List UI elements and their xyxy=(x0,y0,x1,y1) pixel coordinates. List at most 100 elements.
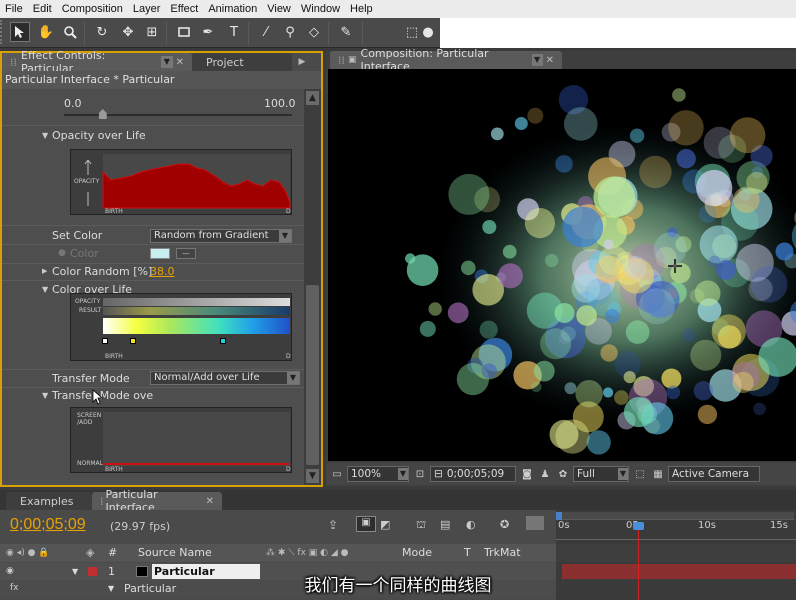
menu-file[interactable]: File xyxy=(0,3,28,15)
twirl-down-icon[interactable]: ▼ xyxy=(42,387,48,404)
tab-examples[interactable]: Examples xyxy=(6,492,92,510)
layer-name[interactable]: Particular xyxy=(152,564,260,579)
resolution-dropdown[interactable]: Full ▼ xyxy=(573,466,629,482)
layer-label-color[interactable] xyxy=(88,567,97,576)
menu-composition[interactable]: Composition xyxy=(57,3,128,15)
rectangle-mask-tool-icon[interactable] xyxy=(174,22,194,42)
color-random-value[interactable]: 38.0 xyxy=(150,263,175,280)
effect-panel-scrollbar[interactable]: ▲ ▼ xyxy=(304,89,321,485)
color-swatch[interactable] xyxy=(150,248,170,259)
time-ruler[interactable] xyxy=(556,532,796,540)
region-of-interest-icon[interactable]: ⬚ xyxy=(633,467,647,481)
color-channels-icon[interactable]: ✿ xyxy=(556,467,570,481)
opacity-gradient-bar xyxy=(103,298,290,306)
scroll-up-icon[interactable]: ▲ xyxy=(306,91,319,105)
layer-duration-bar[interactable] xyxy=(562,564,796,579)
transfer-mode-graph[interactable]: SCREEN /ADD NORMAL BIRTH D xyxy=(70,407,292,473)
comp-mini-flowchart-icon[interactable]: ⇪ xyxy=(328,518,338,532)
color-over-life-graph[interactable]: OPACITY RESULT BIRTH D xyxy=(70,293,292,361)
text-tool-icon[interactable]: T xyxy=(224,22,244,42)
work-area-bar[interactable] xyxy=(558,512,794,520)
menu-edit[interactable]: Edit xyxy=(28,3,57,15)
clone-stamp-tool-icon[interactable]: ⚲ xyxy=(280,22,300,42)
close-icon[interactable]: ✕ xyxy=(176,57,184,68)
zoom-dropdown[interactable]: 100% ▼ xyxy=(347,466,409,482)
timeline-graph-area: 0s 05s 10s 15s xyxy=(556,510,796,600)
puppet-pin-tool-icon[interactable]: ✎ xyxy=(336,22,356,42)
frame-blending-icon[interactable]: ▤ xyxy=(440,518,450,531)
close-icon[interactable]: ✕ xyxy=(546,55,554,66)
zoom-tool-icon[interactable] xyxy=(60,22,80,42)
menu-animation[interactable]: Animation xyxy=(203,3,262,15)
twirl-down-icon[interactable]: ▼ xyxy=(42,281,48,298)
brush-tool-icon[interactable]: ⁄ xyxy=(256,22,276,42)
rotation-tool-icon[interactable]: ↻ xyxy=(92,22,112,42)
menu-help[interactable]: Help xyxy=(345,3,378,15)
timeline-timecode[interactable]: 0;00;05;09 xyxy=(10,516,86,534)
tab-composition[interactable]: ⁞⁞ ▣ Composition: Particular Interface ▼… xyxy=(330,47,562,73)
toolbar-grip[interactable] xyxy=(0,20,5,44)
twirl-down-icon[interactable]: ▼ xyxy=(108,580,114,597)
gradient-stop-yellow[interactable] xyxy=(130,338,136,344)
opacity-over-life-row[interactable]: ▼ Opacity over Life xyxy=(2,127,304,144)
live-update-icon[interactable]: ▣ xyxy=(356,516,376,532)
graph-editor-icon[interactable]: ✪ xyxy=(500,518,509,531)
twirl-down-icon[interactable]: ▼ xyxy=(72,563,78,580)
scroll-down-icon[interactable]: ▼ xyxy=(306,469,319,483)
playhead-handle[interactable] xyxy=(633,522,644,530)
current-time-display[interactable]: ⊟ 0;00;05;09 xyxy=(430,466,516,482)
opacity-over-life-graph[interactable]: OPACITY BIRTH D xyxy=(70,149,292,215)
tab-project[interactable]: Project xyxy=(192,53,292,71)
camera-value: Active Camera xyxy=(672,468,750,480)
monitor-icon[interactable]: ▭ xyxy=(330,467,344,481)
menu-effect[interactable]: Effect xyxy=(165,3,203,15)
hide-shy-layers-icon[interactable]: ⛫ xyxy=(416,518,426,533)
composition-lock-icon[interactable]: ▣ xyxy=(348,55,357,65)
transfer-mode-over-life-row[interactable]: ▼ Transfer Mode ove xyxy=(2,387,304,404)
eye-icon[interactable]: ◉ xyxy=(6,563,14,580)
effect-row[interactable]: fx ▼ Particular xyxy=(0,580,556,597)
eyedropper-icon[interactable]: — xyxy=(176,248,196,259)
work-area-start-handle[interactable] xyxy=(556,512,562,520)
gradient-stop-cyan[interactable] xyxy=(220,338,226,344)
camera-dropdown[interactable]: Active Camera xyxy=(668,466,760,482)
tab-menu-icon[interactable]: ▼ xyxy=(161,56,173,68)
orbit-camera-tool-icon[interactable]: ✥ xyxy=(118,22,138,42)
safe-zones-icon[interactable]: ⊡ xyxy=(413,467,427,481)
menu-window[interactable]: Window xyxy=(296,3,345,15)
show-snapshot-icon[interactable]: ♟ xyxy=(538,467,552,481)
transfer-mode-dropdown[interactable]: Normal/Add over Life ▼ xyxy=(150,371,300,385)
source-name-header[interactable]: Source Name xyxy=(138,544,212,562)
composition-viewer[interactable] xyxy=(328,69,796,461)
gradient-stop-white[interactable] xyxy=(102,338,108,344)
tab-particular-interface[interactable]: ⁞ Particular Interface ✕ xyxy=(92,488,222,514)
pan-behind-tool-icon[interactable]: ⊞ xyxy=(142,22,162,42)
menu-layer[interactable]: Layer xyxy=(128,3,166,15)
anchor-point-icon[interactable] xyxy=(668,259,682,273)
world-axis-icon[interactable]: ● xyxy=(418,22,438,42)
scrollbar-thumb[interactable] xyxy=(306,285,319,465)
motion-blur-icon[interactable]: ◐ xyxy=(466,518,476,531)
tab-effect-controls[interactable]: ⁞⁞ Effect Controls: Particular ▼ ✕ xyxy=(2,49,192,75)
close-icon[interactable]: ✕ xyxy=(206,496,214,507)
slider-track[interactable] xyxy=(64,114,292,116)
panel-grip-icon: ⁞⁞ xyxy=(338,53,345,67)
hand-tool-icon[interactable]: ✋ xyxy=(36,22,56,42)
transparency-grid-icon[interactable]: ▦ xyxy=(651,467,665,481)
twirl-right-icon[interactable]: ▶ xyxy=(42,263,47,280)
particle-render xyxy=(405,85,796,455)
set-color-dropdown[interactable]: Random from Gradient ▼ xyxy=(150,229,292,243)
brainstorm-icon[interactable] xyxy=(526,516,544,530)
tab-menu-icon[interactable]: ▼ xyxy=(531,54,543,66)
layer-row[interactable]: ◉ ▼ 1 Particular xyxy=(0,563,556,580)
menu-view[interactable]: View xyxy=(262,3,296,15)
eraser-tool-icon[interactable]: ◇ xyxy=(304,22,324,42)
twirl-down-icon[interactable]: ▼ xyxy=(42,127,48,144)
panel-menu-icon[interactable]: ▶ xyxy=(292,53,312,71)
color-gradient-bar[interactable] xyxy=(103,318,290,334)
pen-tool-icon[interactable]: ✒ xyxy=(198,22,218,42)
selection-tool-icon[interactable] xyxy=(10,22,30,42)
playhead[interactable] xyxy=(638,524,639,600)
draft-3d-icon[interactable]: ◩ xyxy=(380,518,390,531)
snapshot-icon[interactable]: ◙ xyxy=(520,467,534,481)
